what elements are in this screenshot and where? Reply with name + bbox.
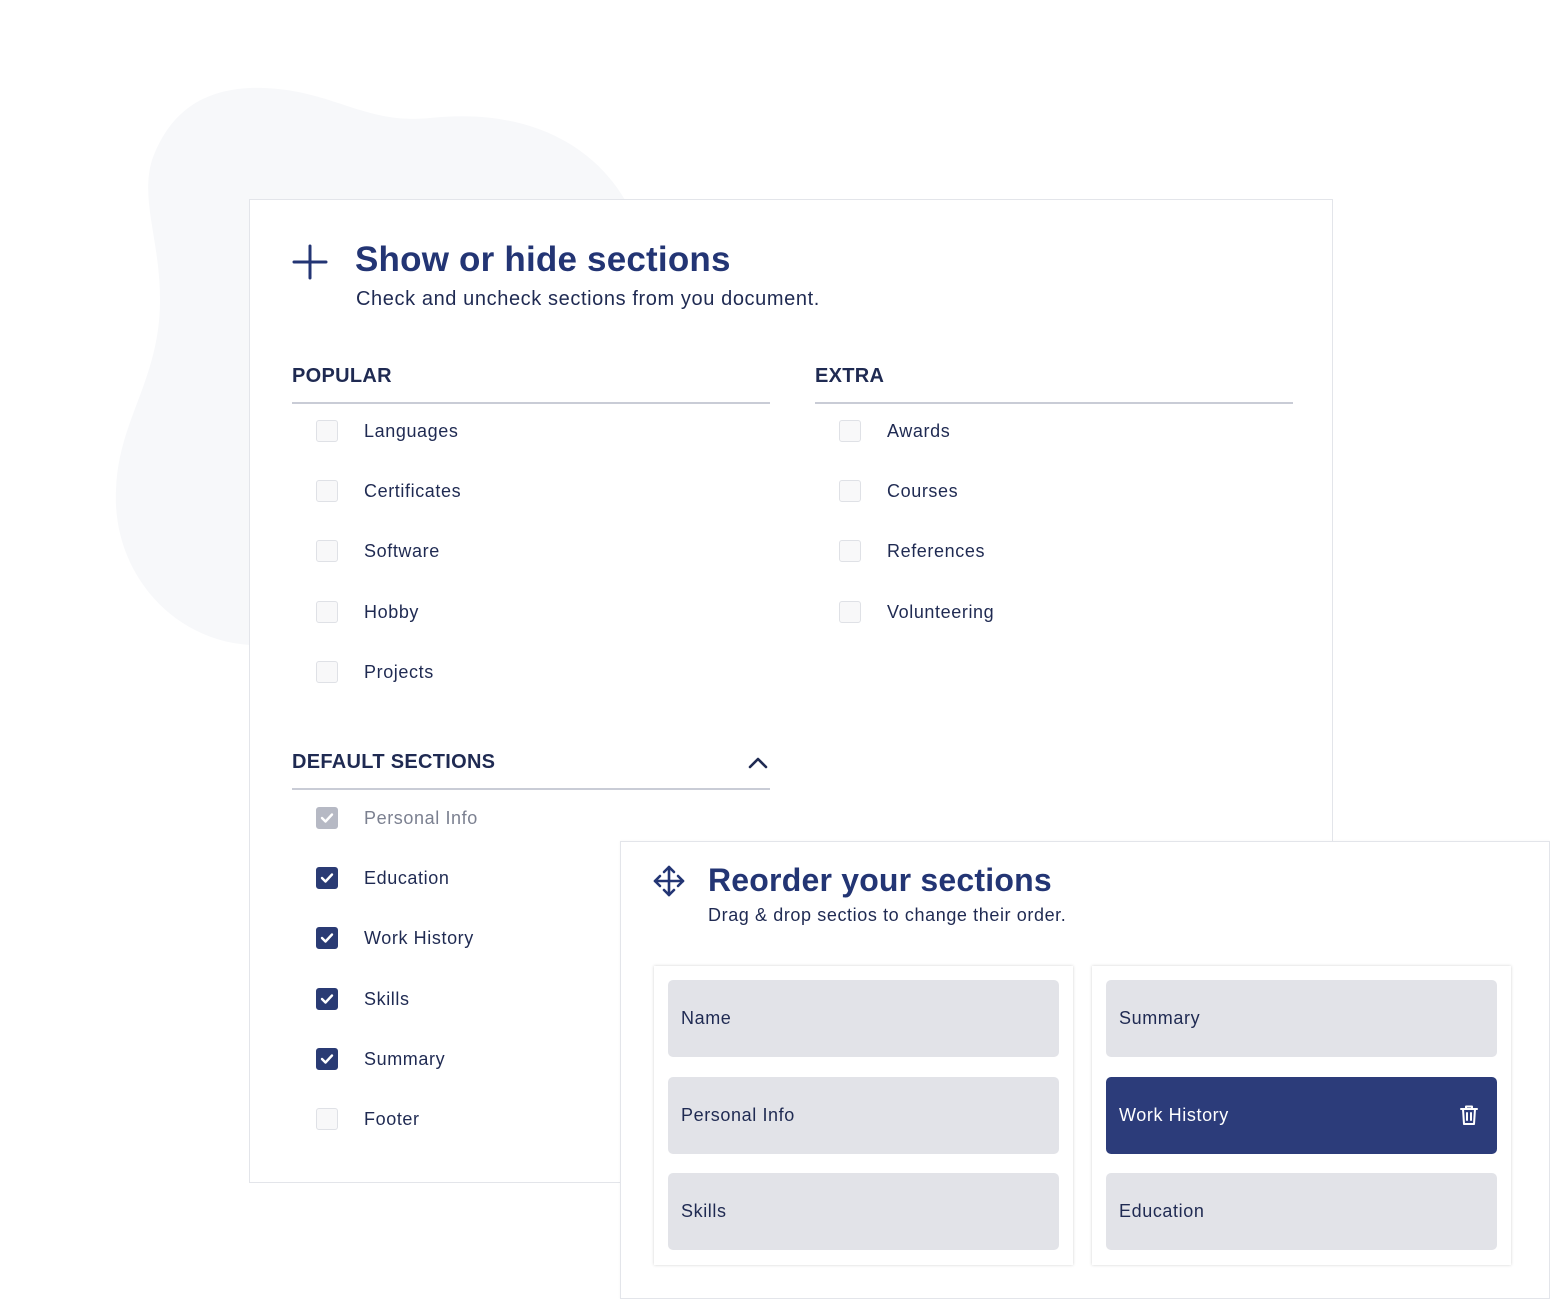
reorder-sections-panel: Reorder your sections Drag & drop sectio… [620, 841, 1550, 1299]
panel-subtitle: Check and uncheck sections from you docu… [356, 288, 820, 310]
checkbox[interactable] [316, 661, 338, 683]
checkbox-item-skills[interactable]: Skills [316, 984, 410, 1014]
draggable-section-tile[interactable]: Name [668, 980, 1059, 1057]
checkbox-label: Work History [364, 927, 474, 948]
reorder-column-left: Name Personal Info Skills [654, 966, 1073, 1265]
check-icon [320, 873, 334, 883]
checkbox-item-education[interactable]: Education [316, 863, 449, 893]
check-icon [320, 813, 334, 823]
draggable-section-tile-active[interactable]: Work History [1106, 1077, 1497, 1154]
tile-label: Education [1119, 1201, 1205, 1221]
checkbox-label: Hobby [364, 601, 420, 622]
checkbox[interactable] [316, 1108, 338, 1130]
checkbox-label: Footer [364, 1108, 420, 1129]
popular-divider [292, 402, 770, 404]
checkbox-label: Languages [364, 420, 459, 441]
checkbox-label: Projects [364, 661, 434, 682]
checkbox-item-awards[interactable]: Awards [839, 416, 950, 446]
checkbox-label: Awards [887, 420, 951, 441]
checkbox[interactable] [316, 988, 338, 1010]
checkbox-label: Volunteering [887, 601, 995, 622]
checkbox-item-personal-info[interactable]: Personal Info [316, 803, 478, 833]
checkbox-label: Software [364, 540, 440, 561]
checkbox[interactable] [316, 1048, 338, 1070]
tile-label: Summary [1119, 1008, 1201, 1028]
draggable-section-tile[interactable]: Personal Info [668, 1077, 1059, 1154]
draggable-section-tile[interactable]: Skills [668, 1173, 1059, 1250]
trash-icon[interactable] [1459, 1104, 1479, 1126]
checkbox-item-certificates[interactable]: Certificates [316, 476, 461, 506]
default-sections-heading: DEFAULT SECTIONS [292, 751, 496, 773]
move-icon [653, 865, 685, 897]
checkbox-item-software[interactable]: Software [316, 536, 440, 566]
checkbox[interactable] [839, 540, 861, 562]
checkbox[interactable] [316, 807, 338, 829]
checkbox-item-hobby[interactable]: Hobby [316, 597, 419, 627]
checkbox[interactable] [839, 480, 861, 502]
draggable-section-tile[interactable]: Summary [1106, 980, 1497, 1057]
checkbox[interactable] [316, 540, 338, 562]
check-icon [320, 933, 334, 943]
checkbox-label: Summary [364, 1048, 446, 1069]
check-icon [320, 994, 334, 1004]
extra-heading: EXTRA [815, 365, 885, 387]
default-sections-divider [292, 788, 770, 790]
panel-title: Reorder your sections [708, 862, 1052, 898]
checkbox-item-courses[interactable]: Courses [839, 476, 958, 506]
reorder-column-right: Summary Work History Education [1092, 966, 1511, 1265]
panel-title: Show or hide sections [355, 240, 731, 279]
check-icon [320, 1054, 334, 1064]
checkbox-label: Education [364, 867, 450, 888]
checkbox-label: Personal Info [364, 807, 478, 828]
draggable-section-tile[interactable]: Education [1106, 1173, 1497, 1250]
checkbox[interactable] [316, 867, 338, 889]
checkbox[interactable] [316, 601, 338, 623]
tile-label: Personal Info [681, 1105, 795, 1125]
checkbox[interactable] [316, 480, 338, 502]
checkbox[interactable] [316, 927, 338, 949]
plus-icon [292, 244, 328, 280]
extra-divider [815, 402, 1293, 404]
checkbox[interactable] [316, 420, 338, 442]
tile-label: Work History [1119, 1105, 1229, 1125]
checkbox-label: Courses [887, 480, 959, 501]
chevron-up-icon[interactable] [747, 756, 769, 770]
checkbox-item-references[interactable]: References [839, 536, 985, 566]
checkbox-label: References [887, 540, 986, 561]
tile-label: Name [681, 1008, 732, 1028]
checkbox-item-footer[interactable]: Footer [316, 1104, 420, 1134]
tile-label: Skills [681, 1201, 727, 1221]
checkbox-item-work-history[interactable]: Work History [316, 923, 474, 953]
popular-heading: POPULAR [292, 365, 392, 387]
checkbox-item-volunteering[interactable]: Volunteering [839, 597, 994, 627]
checkbox[interactable] [839, 420, 861, 442]
checkbox-label: Certificates [364, 480, 462, 501]
checkbox-item-projects[interactable]: Projects [316, 657, 434, 687]
checkbox[interactable] [839, 601, 861, 623]
checkbox-label: Skills [364, 988, 410, 1009]
checkbox-item-languages[interactable]: Languages [316, 416, 459, 446]
panel-subtitle: Drag & drop sectios to change their orde… [708, 905, 1067, 925]
checkbox-item-summary[interactable]: Summary [316, 1044, 445, 1074]
